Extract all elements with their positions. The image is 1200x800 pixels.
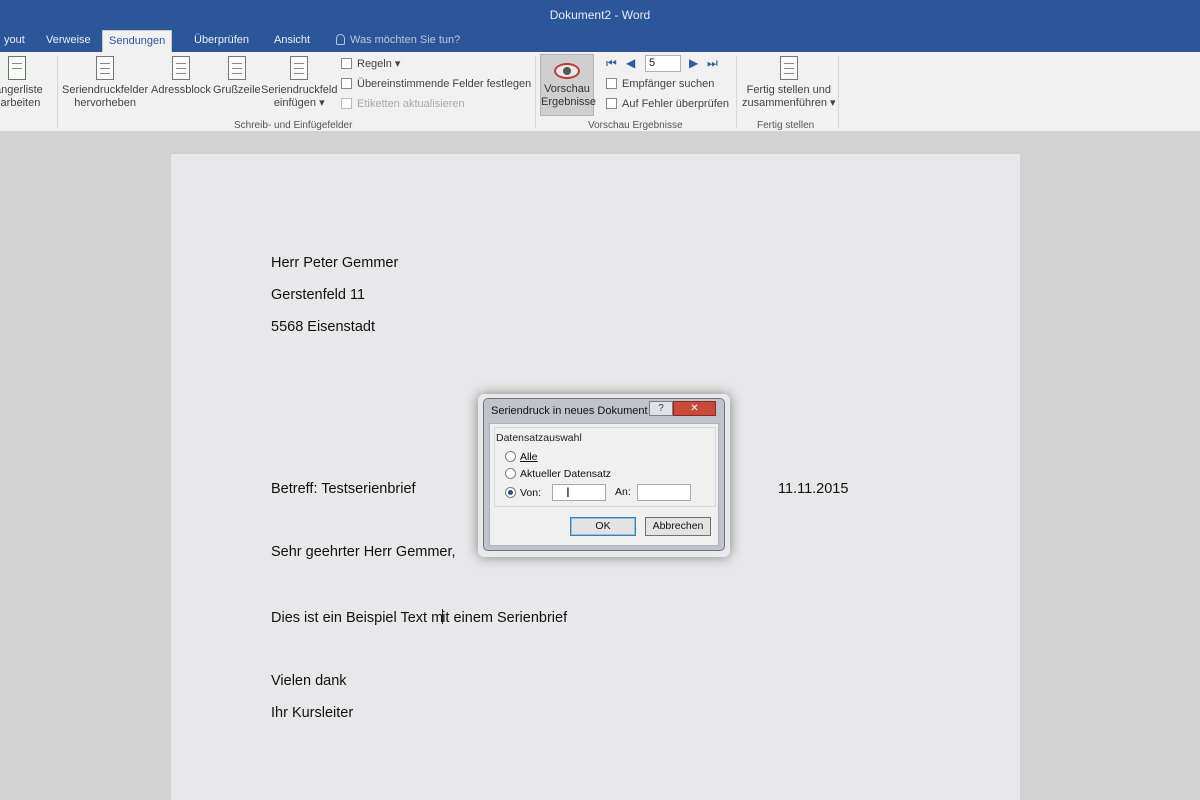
next-record-icon[interactable]: ▶ — [689, 56, 698, 70]
body-text: Dies ist ein Beispiel Text mit einem Ser… — [271, 609, 567, 626]
radio-circle — [505, 468, 516, 479]
mouse-ibeam-cursor: I — [566, 484, 570, 500]
first-record-icon[interactable]: ⏮ — [606, 56, 617, 71]
from-record-input[interactable] — [552, 484, 606, 501]
address-street: Gerstenfeld 11 — [271, 287, 366, 303]
previous-record-icon[interactable]: ◀ — [626, 56, 635, 70]
group-label-vorschau: Vorschau Ergebnisse — [588, 120, 683, 131]
window-title: Dokument2 - Word — [549, 8, 651, 22]
radio-aktuell-label: Aktueller Datensatz — [520, 468, 612, 480]
closing-line-2: Ihr Kursleiter — [271, 705, 354, 721]
finish-merge-icon — [779, 56, 798, 80]
grusszeile-label: Grußzeile — [213, 84, 261, 96]
vorschau-ergebnisse-button[interactable]: Vorschau Ergebnisse — [540, 54, 597, 116]
feld-einfuegen-label-1: Seriendruckfeld — [261, 84, 338, 96]
radio-aktueller-datensatz[interactable]: Aktueller Datensatz — [505, 468, 611, 480]
closing-line-1: Vielen dank — [271, 673, 347, 689]
address-name: Herr Peter Gemmer — [271, 255, 399, 271]
feld-einfuegen-label-2: einfügen ▾ — [273, 97, 325, 109]
letter-date: 11.11.2015 — [778, 481, 849, 497]
title-bar: Dokument2 - Word — [0, 0, 1200, 30]
empfaenger-suchen-label: Empfänger suchen — [622, 78, 715, 90]
fertig-label-2: zusammenführen ▾ — [742, 97, 836, 109]
recipients-icon — [8, 56, 27, 80]
radio-alle-label: Alle — [520, 451, 538, 463]
empfaengerliste-bearbeiten-button[interactable]: fängerliste earbeiten — [0, 56, 43, 110]
body-text-part-2: it einem Serienbrief — [442, 610, 568, 626]
hervorheben-label-2: hervorheben — [74, 97, 136, 109]
merge-to-new-document-dialog: Seriendruck in neues Dokument ? ✕ Datens… — [483, 398, 725, 551]
tab-ansicht[interactable]: Ansicht — [268, 30, 316, 52]
radio-circle-checked — [505, 487, 516, 498]
empfaenger-suchen-button[interactable]: Empfänger suchen — [606, 78, 714, 90]
ribbon: fängerliste earbeiten Seriendruckfelder … — [0, 52, 1200, 132]
last-record-icon[interactable]: ⏭ — [707, 56, 718, 71]
tab-verweise[interactable]: Verweise — [40, 30, 97, 52]
address-city: 5568 Eisenstadt — [271, 319, 375, 335]
to-label: An: — [615, 486, 631, 498]
greeting-line-icon — [227, 56, 246, 80]
update-labels-icon — [341, 98, 352, 109]
subject-line: Betreff: Testserienbrief — [271, 481, 416, 497]
empfaenger-label-2: earbeiten — [0, 97, 41, 109]
tell-me-label: Was möchten Sie tun? — [350, 34, 461, 46]
radio-circle — [505, 451, 516, 462]
close-button[interactable]: ✕ — [673, 401, 716, 416]
etiketten-aktualisieren-button[interactable]: Etiketten aktualisieren — [341, 98, 465, 110]
group-label-fertig: Fertig stellen — [757, 120, 815, 131]
seriendruckfelder-hervorheben-button[interactable]: Seriendruckfelder hervorheben — [62, 56, 148, 110]
record-number-input[interactable]: 5 — [645, 55, 681, 72]
check-errors-icon — [606, 98, 617, 109]
cancel-button[interactable]: Abbrechen — [645, 517, 711, 536]
regeln-label: Regeln ▾ — [357, 58, 401, 70]
dialog-title: Seriendruck in neues Dokument — [491, 405, 648, 417]
radio-von-label: Von: — [520, 487, 542, 499]
tab-ueberpruefen[interactable]: Überprüfen — [188, 30, 255, 52]
fehler-pruefen-label: Auf Fehler überprüfen — [622, 98, 730, 110]
ribbon-tabs: yout Verweise Sendungen Überprüfen Ansic… — [0, 30, 1200, 52]
fertig-label-1: Fertig stellen und — [746, 84, 831, 96]
to-record-input[interactable] — [637, 484, 691, 501]
tab-sendungen[interactable]: Sendungen — [102, 30, 173, 52]
tell-me-box[interactable]: Was möchten Sie tun? — [336, 30, 460, 52]
tab-layout[interactable]: yout — [0, 30, 31, 52]
seriendruckfeld-einfuegen-button[interactable]: Seriendruckfeld einfügen ▾ — [261, 56, 337, 110]
empfaenger-label-1: fängerliste — [0, 84, 43, 96]
adressblock-label: Adressblock — [151, 84, 211, 96]
group-separator — [57, 56, 58, 128]
preview-results-icon — [554, 63, 580, 79]
address-block-icon — [171, 56, 190, 80]
lightbulb-icon — [336, 34, 345, 45]
fertig-stellen-button[interactable]: Fertig stellen und zusammenführen ▾ — [742, 56, 836, 110]
find-recipient-icon — [606, 78, 617, 89]
fehler-ueberpruefen-button[interactable]: Auf Fehler überprüfen — [606, 98, 729, 110]
vorschau-label-1: Vorschau — [544, 83, 590, 95]
hervorheben-label-1: Seriendruckfelder — [62, 84, 149, 96]
insert-field-icon — [290, 56, 309, 80]
felder-festlegen-label: Übereinstimmende Felder festlegen — [357, 78, 532, 90]
dialog-body: Datensatzauswahl Alle Aktueller Datensat… — [489, 423, 719, 546]
match-fields-icon — [341, 78, 352, 89]
group-separator — [838, 56, 839, 128]
radio-alle[interactable]: Alle — [505, 451, 538, 463]
body-text-part-1: Dies ist ein Beispiel Text m — [271, 610, 444, 626]
record-selection-legend: Datensatzauswahl — [496, 432, 582, 444]
ok-button[interactable]: OK — [570, 517, 636, 536]
help-button[interactable]: ? — [649, 401, 673, 416]
regeln-button[interactable]: Regeln ▾ — [341, 57, 400, 70]
etiketten-label: Etiketten aktualisieren — [357, 98, 465, 110]
vorschau-label-2: Ergebnisse — [541, 96, 597, 108]
rules-icon — [341, 58, 352, 69]
radio-von[interactable]: Von: — [505, 487, 541, 499]
greeting-line: Sehr geehrter Herr Gemmer, — [271, 544, 456, 560]
group-separator — [535, 56, 536, 128]
group-label-schreib: Schreib- und Einfügefelder — [234, 120, 353, 131]
adressblock-button[interactable]: Adressblock — [151, 56, 211, 97]
felder-festlegen-button[interactable]: Übereinstimmende Felder festlegen — [341, 78, 531, 90]
grusszeile-button[interactable]: Grußzeile — [213, 56, 261, 97]
group-separator — [736, 56, 737, 128]
highlight-fields-icon — [96, 56, 115, 80]
